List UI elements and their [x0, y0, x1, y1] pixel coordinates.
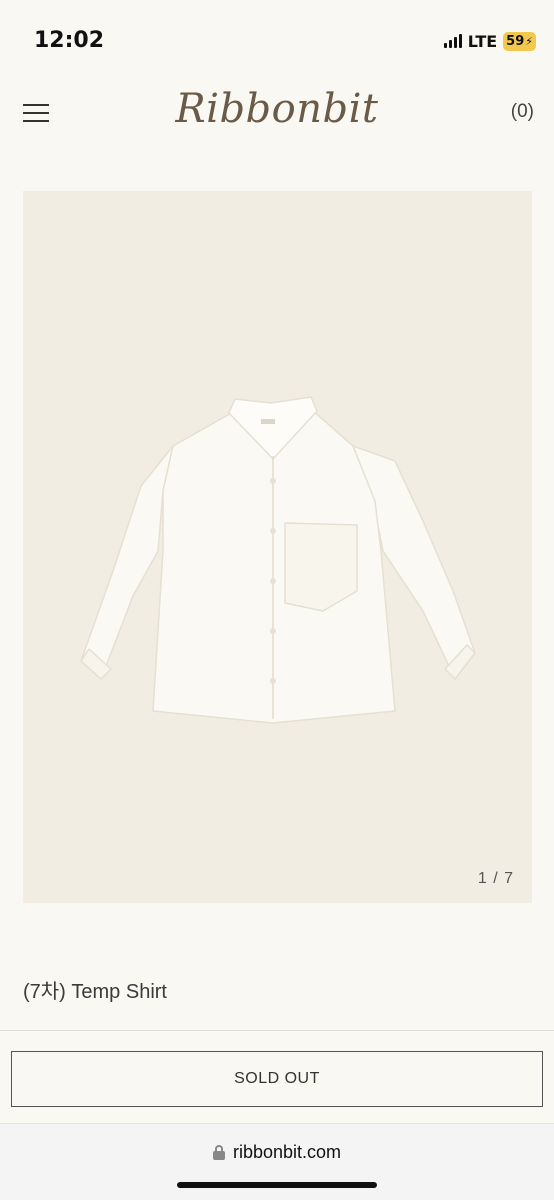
- product-title: (7차) Temp Shirt: [23, 981, 167, 1003]
- cart-button[interactable]: (0): [511, 101, 534, 123]
- status-indicators: LTE 59 ⚡: [443, 30, 536, 52]
- site-header: Ribbonbit (0): [0, 80, 554, 150]
- brand-logo[interactable]: Ribbonbit: [0, 86, 554, 132]
- divider: [0, 1030, 554, 1036]
- network-type: LTE: [467, 31, 498, 51]
- home-indicator[interactable]: [177, 1182, 377, 1188]
- battery-icon: 59 ⚡: [503, 31, 536, 51]
- url-text: ribbonbit.com: [232, 1142, 342, 1162]
- sold-out-button[interactable]: SOLD OUT: [11, 1051, 543, 1107]
- browser-address-bar[interactable]: ribbonbit.com: [0, 1123, 554, 1200]
- url-display[interactable]: ribbonbit.com: [0, 1142, 554, 1163]
- status-time: 12:02: [34, 28, 105, 53]
- charging-bolt-icon: ⚡: [525, 34, 533, 48]
- product-image: [80, 396, 476, 724]
- lock-icon: [212, 1145, 225, 1160]
- status-bar: 12:02 LTE 59 ⚡: [0, 0, 554, 80]
- image-counter: 1 / 7: [477, 870, 514, 887]
- product-image-gallery[interactable]: 1 / 7: [23, 191, 532, 903]
- battery-level: 59: [506, 33, 525, 49]
- cellular-signal-icon: [443, 34, 462, 48]
- purchase-bar: SOLD OUT: [0, 1037, 554, 1123]
